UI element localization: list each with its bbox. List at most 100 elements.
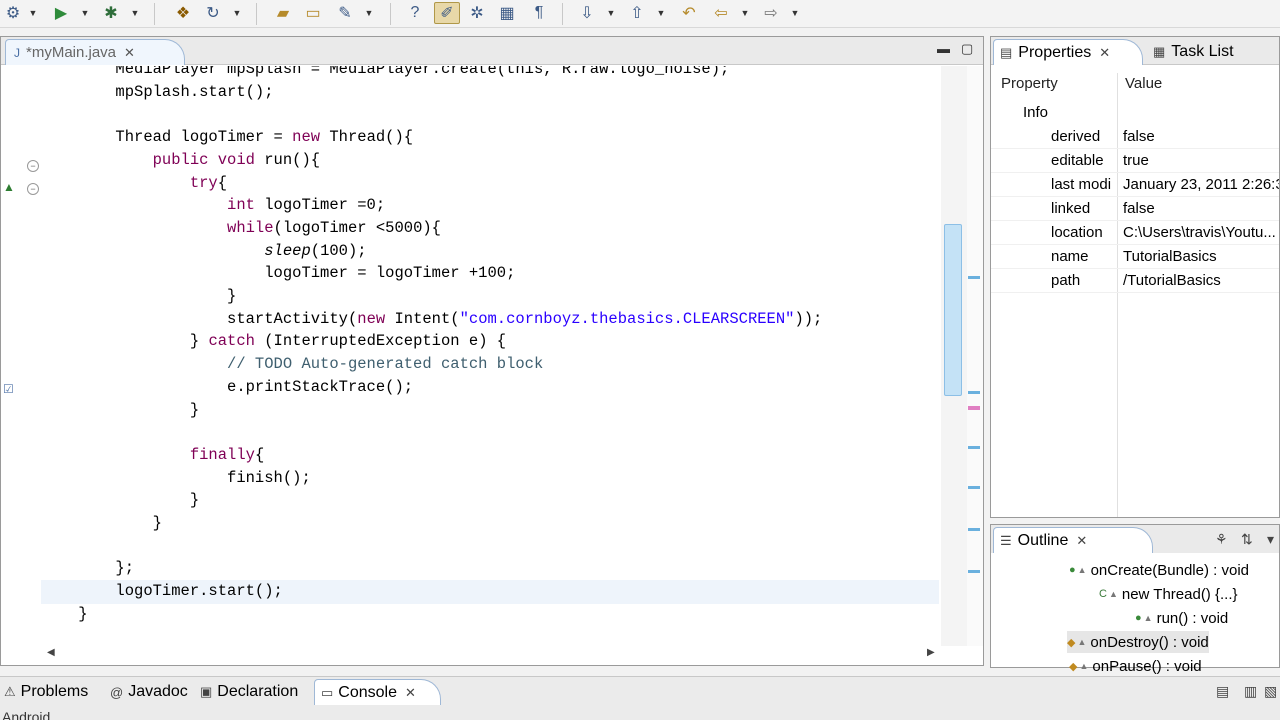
tab-task-list[interactable]: ▦ Task List: [1153, 39, 1234, 65]
overview-marker[interactable]: [968, 276, 980, 279]
settings-icon[interactable]: ⚙: [4, 2, 22, 24]
scrollbar-thumb[interactable]: [944, 224, 962, 396]
editor-tab-mymain[interactable]: J *myMain.java ✕: [5, 39, 185, 65]
tab-outline[interactable]: ☰ Outline ✕: [993, 527, 1153, 553]
overview-marker-task[interactable]: [968, 406, 980, 410]
refresh-icon[interactable]: ↻: [202, 2, 224, 24]
overview-marker[interactable]: [968, 446, 980, 449]
outline-item[interactable]: ◆ ▲ onPause() : void: [1069, 655, 1202, 677]
next-annotation-icon[interactable]: ⇩: [576, 2, 598, 24]
hide-fields-icon[interactable]: ⚘: [1215, 531, 1228, 548]
outline-item[interactable]: C ▲ new Thread() {...}: [1099, 583, 1238, 605]
code-line[interactable]: logoTimer = logoTimer +100;: [41, 262, 515, 284]
refresh-dropdown-icon[interactable]: ▼: [232, 2, 242, 24]
last-edit-icon[interactable]: ↶: [678, 2, 700, 24]
paragraph-icon[interactable]: ¶: [528, 2, 550, 24]
highlight-icon[interactable]: ✐: [434, 2, 460, 24]
code-line[interactable]: }: [41, 603, 87, 625]
scroll-left-icon[interactable]: ◀: [47, 647, 55, 658]
scroll-lock-icon[interactable]: ▧: [1264, 683, 1277, 700]
settings-dropdown-icon[interactable]: ▼: [28, 2, 38, 24]
outline-item[interactable]: ● ▲ onCreate(Bundle) : void: [1069, 559, 1249, 581]
scroll-right-icon[interactable]: ▶: [927, 647, 935, 658]
forward-icon[interactable]: ⇨: [760, 2, 782, 24]
back-icon[interactable]: ⇦: [710, 2, 732, 24]
fold-toggle-icon[interactable]: −: [27, 160, 39, 172]
edit-icon[interactable]: ✎: [334, 2, 356, 24]
code-line[interactable]: sleep(100);: [41, 240, 366, 262]
sort-icon[interactable]: ⇅: [1241, 531, 1253, 548]
next-annotation-dropdown-icon[interactable]: ▼: [606, 2, 616, 24]
code-line[interactable]: finish();: [41, 467, 311, 489]
code-line[interactable]: while(logoTimer <5000){: [41, 217, 441, 239]
open-folder-icon[interactable]: ▰: [272, 2, 294, 24]
code-line[interactable]: }: [41, 285, 236, 307]
clear-console-icon[interactable]: ▥: [1244, 683, 1257, 700]
property-row[interactable]: last modi January 23, 2011 2:26:3: [991, 173, 1279, 197]
console-display-icon[interactable]: ▤: [1216, 683, 1229, 700]
code-line[interactable]: };: [41, 557, 134, 579]
overview-marker[interactable]: [968, 486, 980, 489]
code-line[interactable]: public void run(){: [41, 149, 320, 171]
close-icon[interactable]: ✕: [1099, 45, 1110, 61]
run-dropdown-icon[interactable]: ▼: [80, 2, 90, 24]
code-line[interactable]: // TODO Auto-generated catch block: [41, 353, 543, 375]
code-line[interactable]: }: [41, 512, 162, 534]
block-icon[interactable]: ▦: [496, 2, 518, 24]
view-menu-icon[interactable]: ▾: [1267, 531, 1274, 548]
column-header-value[interactable]: Value: [1125, 75, 1162, 92]
new-class-icon[interactable]: ❖: [172, 2, 194, 24]
tab-problems[interactable]: ⚠ Problems: [4, 679, 88, 705]
tab-javadoc[interactable]: @ Javadoc: [110, 679, 188, 705]
column-header-property[interactable]: Property: [1001, 75, 1058, 92]
tab-declaration[interactable]: ▣ Declaration: [200, 679, 298, 705]
code-line[interactable]: finally{: [41, 444, 264, 466]
back-dropdown-icon[interactable]: ▼: [740, 2, 750, 24]
outline-item[interactable]: ◆ ▲ onDestroy() : void: [1067, 631, 1209, 653]
property-row[interactable]: derived false: [991, 125, 1279, 149]
horizontal-scrollbar[interactable]: ◀ ▶: [41, 645, 941, 665]
code-line[interactable]: try{: [41, 172, 227, 194]
code-line[interactable]: MediaPlayer mpSplash = MediaPlayer.creat…: [41, 66, 729, 80]
forward-dropdown-icon[interactable]: ▼: [790, 2, 800, 24]
edit-dropdown-icon[interactable]: ▼: [364, 2, 374, 24]
code-line[interactable]: Thread logoTimer = new Thread(){: [41, 126, 413, 148]
minimize-icon[interactable]: ▬: [937, 41, 950, 56]
property-row[interactable]: name TutorialBasics: [991, 245, 1279, 269]
run-icon[interactable]: ▶: [50, 2, 72, 24]
mark-icon[interactable]: ✲: [466, 2, 488, 24]
code-line[interactable]: mpSplash.start();: [41, 81, 273, 103]
close-icon[interactable]: ✕: [124, 45, 135, 61]
debug-dropdown-icon[interactable]: ▼: [130, 2, 140, 24]
property-row[interactable]: path/TutorialBasics: [991, 269, 1279, 293]
code-line[interactable]: startActivity(new Intent("com.cornboyz.t…: [41, 308, 822, 330]
code-line[interactable]: }: [41, 489, 199, 511]
prev-annotation-icon[interactable]: ⇧: [626, 2, 648, 24]
close-icon[interactable]: ✕: [405, 685, 416, 701]
overview-marker[interactable]: [968, 570, 980, 573]
code-line[interactable]: }: [41, 399, 199, 421]
property-row[interactable]: location C:\Users\travis\Youtu...: [991, 221, 1279, 245]
prev-annotation-dropdown-icon[interactable]: ▼: [656, 2, 666, 24]
open-file-icon[interactable]: ▭: [302, 2, 324, 24]
tab-properties[interactable]: ▤ Properties ✕: [993, 39, 1143, 65]
code-area[interactable]: MediaPlayer mpSplash = MediaPlayer.creat…: [1, 66, 941, 646]
property-row[interactable]: editable true: [991, 149, 1279, 173]
property-row[interactable]: linked false: [991, 197, 1279, 221]
outline-item[interactable]: ● ▲ run() : void: [1135, 607, 1228, 629]
code-line[interactable]: int logoTimer =0;: [41, 194, 385, 216]
overview-marker[interactable]: [968, 391, 980, 394]
vertical-scrollbar[interactable]: [941, 66, 967, 646]
debug-icon[interactable]: ✱: [100, 2, 122, 24]
close-icon[interactable]: ✕: [1076, 533, 1087, 549]
overview-marker[interactable]: [968, 528, 980, 531]
code-line[interactable]: logoTimer.start();: [41, 580, 282, 602]
maximize-icon[interactable]: ▢: [961, 41, 973, 57]
tab-console[interactable]: ▭ Console ✕: [314, 679, 441, 705]
properties-group-info[interactable]: Info: [991, 101, 1279, 125]
help-icon[interactable]: ?: [404, 2, 426, 24]
fold-toggle-icon[interactable]: −: [27, 183, 39, 195]
code-line[interactable]: } catch (InterruptedException e) {: [41, 330, 506, 352]
overview-ruler[interactable]: [967, 66, 983, 646]
code-line[interactable]: e.printStackTrace();: [41, 376, 413, 398]
